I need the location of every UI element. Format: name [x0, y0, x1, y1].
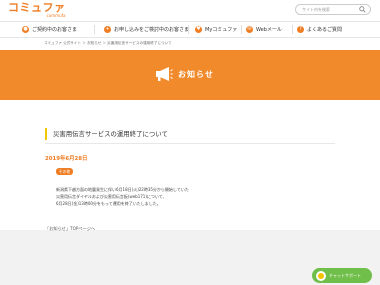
- logo[interactable]: コミュファ commufa: [8, 2, 66, 19]
- search-placeholder: サイト内を検索: [302, 7, 330, 12]
- nav-item-label: ご契約中のお客さま: [32, 27, 78, 33]
- article-body: 新潟県下越方面の地震発生に伴い6月18日(火)22時35分から開始していた 災害…: [56, 186, 296, 207]
- nav-divider: [292, 25, 293, 34]
- nav-divider: [241, 25, 242, 34]
- mail-icon: ✉: [246, 26, 253, 33]
- nav-item-faq[interactable]: ? よくあるご質問: [297, 22, 342, 37]
- content-area: [0, 100, 380, 230]
- article-title: 災害用伝言サービスの運用終了について: [45, 128, 168, 140]
- article-body-line: 災害用伝言ダイヤルおよび災害用伝言板(web171)について、: [56, 194, 167, 199]
- nav-item-label: よくあるご質問: [307, 27, 343, 33]
- nav-item-webmail[interactable]: ✉ Webメール: [246, 22, 282, 37]
- heart-icon: ♥: [195, 26, 202, 33]
- nav-item-prospective-customers[interactable]: + お申し込みをご検討中のお客さま: [104, 22, 189, 37]
- category-badge: その他: [56, 168, 73, 175]
- chat-avatar-icon: [316, 270, 326, 281]
- nav-item-label: お申し込みをご検討中のお客さま: [114, 27, 190, 33]
- nav-item-my-commufa[interactable]: ♥ Myコミュファ: [195, 22, 237, 37]
- nav-item-label: Webメール: [256, 27, 282, 33]
- search-input[interactable]: サイト内を検索: [295, 4, 371, 15]
- article-divider: [45, 143, 335, 144]
- site-header: コミュファ commufa サイト内を検索: [0, 0, 380, 20]
- nav-divider: [94, 25, 95, 34]
- page: コミュファ commufa サイト内を検索 ● ご契約中のお客さま + お申し込…: [0, 0, 380, 285]
- nav-item-current-customers[interactable]: ● ご契約中のお客さま: [22, 22, 77, 37]
- page-title: お知らせ: [178, 70, 214, 79]
- megaphone-icon: [156, 67, 173, 81]
- search-icon[interactable]: [359, 6, 366, 13]
- back-to-news-link[interactable]: 「お知らせ」TOPページへ: [45, 226, 95, 232]
- global-nav: ● ご契約中のお客さま + お申し込みをご検討中のお客さま ♥ Myコミュファ …: [0, 21, 380, 38]
- page-banner: お知らせ: [0, 50, 380, 100]
- person-plus-icon: +: [104, 26, 111, 33]
- chat-support-label: チャットサポート: [329, 272, 361, 278]
- nav-item-label: Myコミュファ: [205, 27, 238, 33]
- chat-support-button[interactable]: チャットサポート: [312, 268, 372, 283]
- question-icon: ?: [297, 26, 304, 33]
- person-icon: ●: [22, 26, 29, 33]
- article-date: 2019年6月28日: [45, 156, 88, 162]
- breadcrumb[interactable]: コミュファ 公式サイト ＞ お知らせ ＞ 災害用伝言サービスの運用終了について: [44, 41, 172, 46]
- nav-divider: [188, 25, 189, 34]
- article-body-line: 6月28日(金)13時00分をもって運用を終了いたしました。: [56, 201, 161, 206]
- article-body-line: 新潟県下越方面の地震発生に伴い6月18日(火)22時35分から開始していた: [56, 187, 189, 192]
